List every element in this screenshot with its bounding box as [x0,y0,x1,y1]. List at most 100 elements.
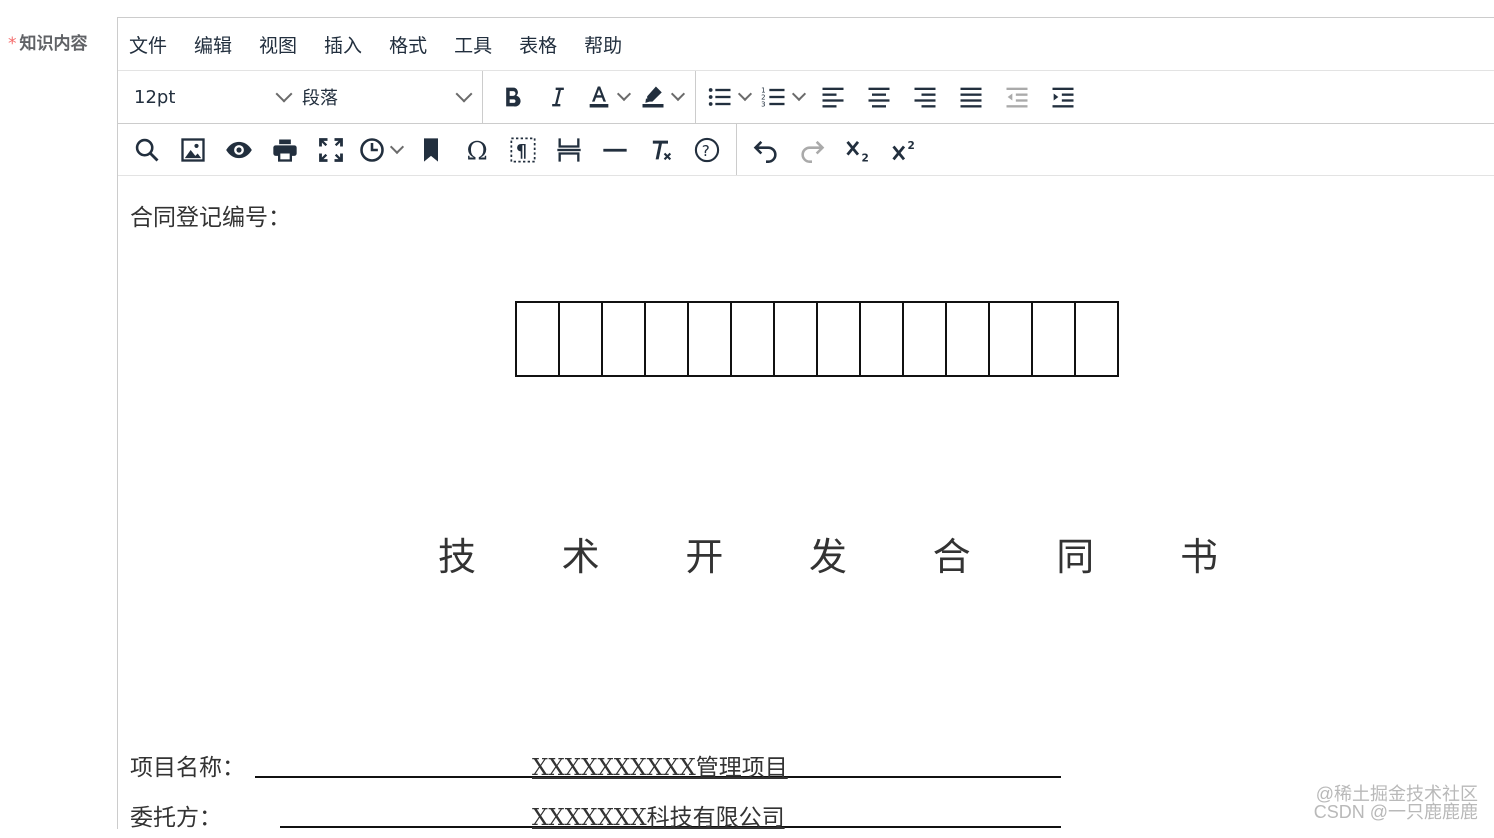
preview-button[interactable] [220,131,258,169]
align-center-icon [868,87,890,108]
image-icon [181,137,205,162]
registration-box [1076,303,1117,375]
registration-box [947,303,990,375]
menu-format[interactable]: 格式 [386,27,430,62]
clear-formatting-button[interactable] [642,131,680,169]
document-body[interactable]: 合同登记编号： 技 术 开 发 合 同 书 项目名称： XXXXXXXXXX管理… [118,176,1494,831]
registration-box [990,303,1033,375]
menu-table[interactable]: 表格 [516,27,560,62]
title-char: 发 [808,535,847,579]
registration-box [818,303,861,375]
watermark-line-1: @稀土掘金技术社区 [1315,784,1478,804]
bookmark-button[interactable] [412,131,450,169]
align-center-button[interactable] [860,78,898,116]
print-icon [273,139,297,162]
registration-box [689,303,732,375]
text-style-group [483,71,696,123]
text-color-button[interactable] [585,78,632,116]
search-icon [135,138,159,161]
show-blocks-button[interactable]: ¶ [504,131,542,169]
watermark-line-2: CSDN @一只鹿鹿鹿 [1313,802,1478,822]
svg-text:?: ? [702,141,710,159]
help-button[interactable]: ? [688,131,726,169]
title-char: 开 [685,535,724,579]
registration-label: 合同登记编号： [130,205,291,231]
align-left-icon [822,87,844,108]
insert-image-button[interactable] [174,131,212,169]
svg-text:3: 3 [761,100,765,108]
chevron-down-icon [616,86,632,102]
menubar: 文件 编辑 视图 插入 格式 工具 表格 帮助 [118,18,1494,71]
outdent-button[interactable] [998,78,1036,116]
page-break-button[interactable] [550,131,588,169]
align-justify-button[interactable] [952,78,990,116]
bullet-list-button[interactable] [706,78,753,116]
insert-datetime-button[interactable] [358,131,405,169]
form-label-text: 知识内容 [19,34,88,54]
menu-view[interactable]: 视图 [256,27,300,62]
highlight-icon [642,86,664,108]
insert-group: Ω ¶ ? [118,124,737,175]
redo-icon [801,140,825,163]
menu-tools[interactable]: 工具 [451,27,495,62]
undo-icon [753,140,777,163]
chevron-down-icon [791,86,807,102]
rich-text-editor[interactable]: 文件 编辑 视图 插入 格式 工具 表格 帮助 12pt 段落 1 2 3 Ω … [117,17,1494,831]
registration-box [861,303,904,375]
block-format-select[interactable]: 段落 [296,80,476,114]
indent-button[interactable] [1044,78,1082,116]
align-right-button[interactable] [906,78,944,116]
text-color-icon [589,86,609,108]
menu-insert[interactable]: 插入 [321,27,365,62]
indent-icon [1052,87,1074,108]
superscript-button[interactable]: 2 [885,131,923,169]
highlight-color-button[interactable] [639,78,686,116]
toolbar-row-1: 12pt 段落 1 2 3 [118,71,1494,124]
chevron-down-icon [737,86,753,102]
svg-text:2: 2 [908,139,915,151]
undo-button[interactable] [747,131,785,169]
outdent-icon [1006,87,1028,108]
special-character-button[interactable]: Ω [458,131,496,169]
history-group: 2 2 [737,124,933,175]
required-mark: * [8,34,17,54]
registration-box [646,303,689,375]
align-left-button[interactable] [814,78,852,116]
title-char: 合 [932,535,971,579]
italic-button[interactable] [539,78,577,116]
registration-box [775,303,818,375]
registration-box [560,303,603,375]
chevron-down-icon [670,86,686,102]
format-select-group: 12pt 段落 [118,71,483,123]
numbered-list-button[interactable]: 123 [760,78,807,116]
fullscreen-button[interactable] [312,131,350,169]
superscript-icon: 2 [892,139,915,160]
title-char: 术 [561,535,600,579]
horizontal-line-icon [603,148,627,152]
print-button[interactable] [266,131,304,169]
svg-text:2: 2 [862,152,869,163]
align-justify-icon [960,87,982,108]
menu-file[interactable]: 文件 [126,27,170,62]
font-size-select[interactable]: 12pt [128,80,296,114]
menu-edit[interactable]: 编辑 [191,27,235,62]
client-row: 委托方： XXXXXXX科技有限公司 [130,798,1130,838]
redo-button[interactable] [793,131,831,169]
chevron-down-icon [389,139,405,154]
bold-icon [506,87,521,107]
bullet-list-icon [708,88,731,106]
registration-box [732,303,775,375]
document-title: 技 术 开 发 合 同 书 [438,526,1218,581]
client-value: XXXXXXX科技有限公司 [532,805,785,831]
font-size-value: 12pt [134,86,176,108]
search-button[interactable] [128,131,166,169]
numbered-list-icon: 123 [761,86,785,108]
horizontal-line-button[interactable] [596,131,634,169]
chevron-down-icon [275,85,293,103]
toolbar-row-2: Ω ¶ ? 2 2 [118,124,1494,176]
menu-help[interactable]: 帮助 [581,27,625,62]
bold-button[interactable] [493,78,531,116]
subscript-button[interactable]: 2 [839,131,877,169]
svg-text:¶: ¶ [516,142,527,162]
paragraph-mark-icon: ¶ [510,136,536,163]
